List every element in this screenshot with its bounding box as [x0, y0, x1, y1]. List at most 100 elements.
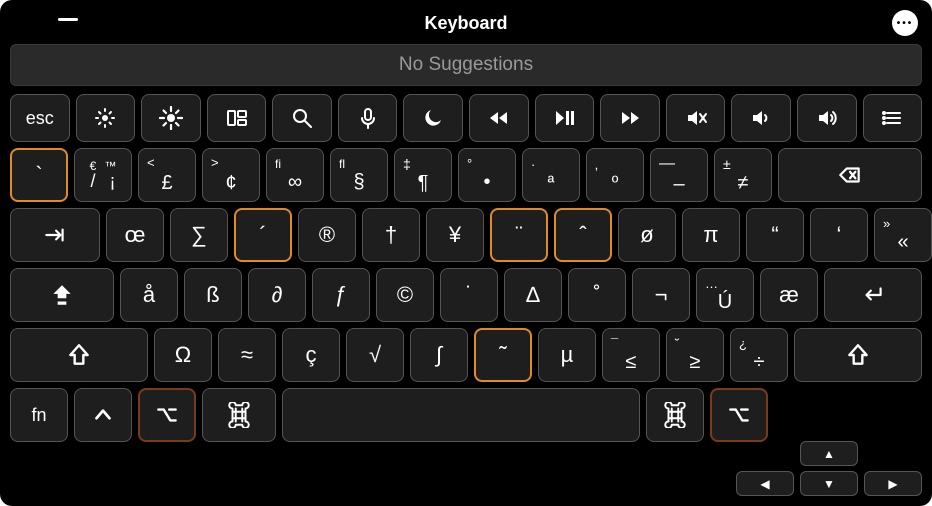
mute-icon — [684, 106, 708, 130]
do-not-disturb-key[interactable] — [403, 94, 463, 142]
shift-row: Ω≈ç√∫˜µ¯≤˘≥¿÷ — [10, 328, 922, 382]
volume-down-key[interactable] — [731, 94, 791, 142]
eszett-key[interactable]: ß — [184, 268, 242, 322]
overdot-key[interactable]: ˙ — [440, 268, 498, 322]
arrow-left-key[interactable]: ◀ — [736, 471, 794, 496]
right-command-key[interactable] — [646, 388, 704, 442]
brightness-up-key[interactable] — [141, 94, 201, 142]
keyboard-grid: esc ` €™ /¡ < £ > ¢ fi ∞ fl § — [10, 94, 922, 442]
u-acute-key[interactable]: …Ú — [696, 268, 754, 322]
yen-key[interactable]: ¥ — [426, 208, 484, 262]
oslash-key[interactable]: ø — [618, 208, 676, 262]
left-shift-key[interactable] — [10, 328, 148, 382]
volume-up-key[interactable] — [797, 94, 857, 142]
integral-key[interactable]: ∫ — [410, 328, 468, 382]
no-suggestions-label: No Suggestions — [399, 54, 533, 76]
playpause-icon — [552, 106, 576, 130]
arrow-right-key[interactable]: ▶ — [864, 471, 922, 496]
suggestion-bar[interactable]: No Suggestions — [10, 44, 922, 86]
pi-key[interactable]: π — [682, 208, 740, 262]
mute-key[interactable] — [666, 94, 726, 142]
forward-key[interactable] — [600, 94, 660, 142]
pilcrow-key[interactable]: ‡ ¶ — [394, 148, 452, 202]
ordfem-key[interactable]: · ª — [522, 148, 580, 202]
dictation-key[interactable] — [338, 94, 398, 142]
fn-key[interactable]: fn — [10, 388, 68, 442]
registered-key[interactable]: ® — [298, 208, 356, 262]
bullet-key[interactable]: ° • — [458, 148, 516, 202]
moon-icon — [421, 106, 445, 130]
arrow-down-key[interactable]: ▼ — [800, 471, 858, 496]
capslock-icon — [49, 282, 75, 308]
ldquo-key[interactable]: “ — [746, 208, 804, 262]
aring-key[interactable]: å — [120, 268, 178, 322]
ae-key[interactable]: æ — [760, 268, 818, 322]
delete-key[interactable] — [778, 148, 922, 202]
slash-exclaim-key[interactable]: €™ /¡ — [74, 148, 132, 202]
brightness-high-icon — [159, 106, 183, 130]
lessequal-key[interactable]: ¯≤ — [602, 328, 660, 382]
left-command-key[interactable] — [202, 388, 276, 442]
sqrt-key[interactable]: √ — [346, 328, 404, 382]
sigma-key[interactable]: ∑ — [170, 208, 228, 262]
escape-key[interactable]: esc — [10, 94, 70, 142]
left-option-key[interactable] — [138, 388, 196, 442]
omega-key[interactable]: Ω — [154, 328, 212, 382]
guillemet-key[interactable]: »« — [874, 208, 932, 262]
keyboard-window: Keyboard ••• No Suggestions esc ` €™ /¡ … — [0, 0, 932, 506]
close-button[interactable] — [14, 12, 38, 36]
vol-high-icon — [815, 106, 839, 130]
options-key[interactable] — [863, 94, 923, 142]
ring-accent-key[interactable]: ˚ — [568, 268, 626, 322]
qwerty-row: œ∑´®†¥¨ˆøπ“‘»« — [10, 208, 922, 262]
delta-key[interactable]: ∆ — [504, 268, 562, 322]
grave-key[interactable]: ` — [10, 148, 68, 202]
shift-up-icon — [845, 342, 871, 368]
notequal-key[interactable]: ± ≠ — [714, 148, 772, 202]
ordmasc-key[interactable]: ‚ º — [586, 148, 644, 202]
right-shift-key[interactable] — [794, 328, 922, 382]
brightness-low-icon — [93, 106, 117, 130]
right-option-key[interactable] — [710, 388, 768, 442]
left-control-key[interactable] — [74, 388, 132, 442]
play-pause-key[interactable] — [535, 94, 595, 142]
ccedilla-key[interactable]: ç — [282, 328, 340, 382]
fhook-key[interactable]: ƒ — [312, 268, 370, 322]
rewind-key[interactable] — [469, 94, 529, 142]
caret-key[interactable]: ˆ — [554, 208, 612, 262]
greaterequal-key[interactable]: ˘≥ — [666, 328, 724, 382]
oe-key[interactable]: œ — [106, 208, 164, 262]
diaeresis-key[interactable]: ¨ — [490, 208, 548, 262]
copyright-key[interactable]: © — [376, 268, 434, 322]
brightness-down-key[interactable] — [76, 94, 136, 142]
section-key[interactable]: fl § — [330, 148, 388, 202]
tab-key[interactable] — [10, 208, 100, 262]
division-key[interactable]: ¿÷ — [730, 328, 788, 382]
caps-lock-key[interactable] — [10, 268, 114, 322]
lsquo-key[interactable]: ‘ — [810, 208, 868, 262]
acute-key[interactable]: ´ — [234, 208, 292, 262]
minimize-button[interactable] — [58, 18, 78, 21]
infinity-key[interactable]: fi ∞ — [266, 148, 324, 202]
spotlight-key[interactable] — [272, 94, 332, 142]
pound-key[interactable]: < £ — [138, 148, 196, 202]
arrow-up-key[interactable]: ▲ — [800, 441, 858, 466]
more-button[interactable]: ••• — [892, 10, 918, 36]
endash-key[interactable]: — – — [650, 148, 708, 202]
tilde-key[interactable]: ˜ — [474, 328, 532, 382]
search-icon — [290, 106, 314, 130]
approx-key[interactable]: ≈ — [218, 328, 276, 382]
command-icon — [226, 402, 252, 428]
return-key[interactable] — [824, 268, 922, 322]
spacebar-key[interactable] — [282, 388, 640, 442]
return-icon — [860, 282, 886, 308]
cent-key[interactable]: > ¢ — [202, 148, 260, 202]
vol-low-icon — [749, 106, 773, 130]
list-icon — [880, 106, 904, 130]
dagger-key[interactable]: † — [362, 208, 420, 262]
partial-key[interactable]: ∂ — [248, 268, 306, 322]
not-key[interactable]: ¬ — [632, 268, 690, 322]
mu-key[interactable]: µ — [538, 328, 596, 382]
option-icon — [726, 402, 752, 428]
mission-control-key[interactable] — [207, 94, 267, 142]
